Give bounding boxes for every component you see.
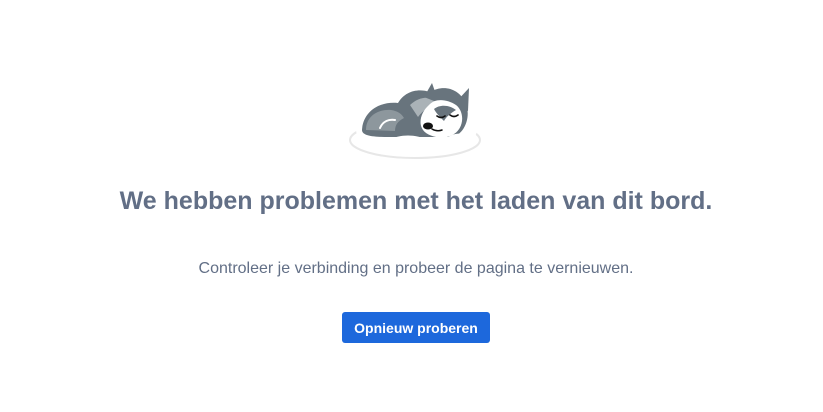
retry-button[interactable]: Opnieuw proberen [342, 312, 490, 343]
error-title: We hebben problemen met het laden van di… [119, 187, 713, 215]
sleeping-husky-illustration [349, 83, 481, 159]
error-page: We hebben problemen met het laden van di… [0, 0, 823, 412]
error-message: Controleer je verbinding en probeer de p… [198, 260, 634, 277]
